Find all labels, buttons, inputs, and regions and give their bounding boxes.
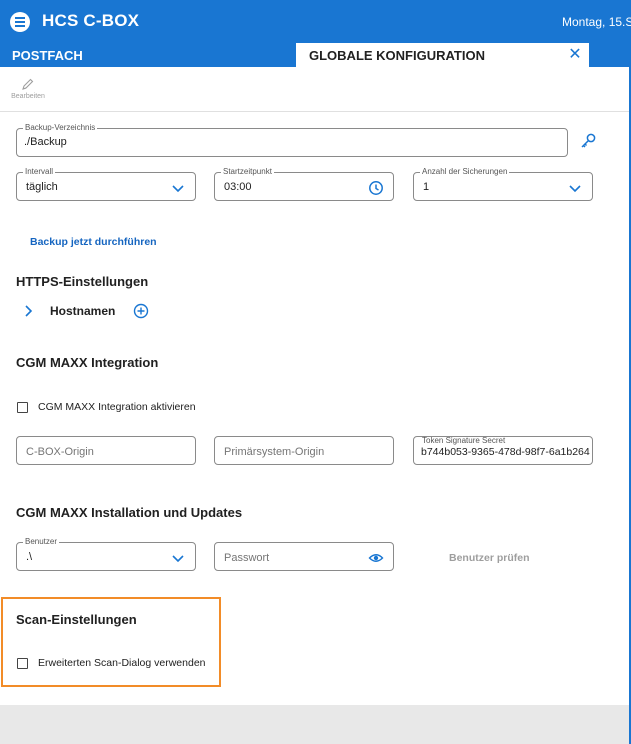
scan-section-title: Scan-Einstellungen [16, 612, 137, 627]
start-time-field[interactable]: Startzeitpunkt 03:00 [214, 167, 394, 201]
tab-globale-konfiguration[interactable]: GLOBALE KONFIGURATION ✕ [296, 43, 589, 67]
tab-bar: POSTFACH GLOBALE KONFIGURATION ✕ [0, 43, 631, 67]
interval-select[interactable]: Intervall täglich [16, 167, 196, 201]
extended-scan-dialog-checkbox[interactable] [17, 658, 28, 669]
edit-button[interactable]: Bearbeiten [8, 77, 48, 105]
cgm-integration-title: CGM MAXX Integration [16, 355, 159, 370]
hamburger-icon [15, 17, 25, 27]
footer-bar [0, 705, 629, 744]
chevron-right-icon[interactable] [22, 304, 34, 318]
tab-postfach[interactable]: POSTFACH [12, 48, 83, 63]
extended-scan-dialog-label: Erweiterten Scan-Dialog verwenden [38, 657, 206, 669]
start-time-value: 03:00 [224, 181, 252, 193]
backup-directory-label: Backup-Verzeichnis [23, 123, 98, 133]
edit-label: Bearbeiten [11, 93, 45, 100]
toolbar-divider [0, 111, 629, 112]
tab-label: GLOBALE KONFIGURATION [309, 48, 485, 63]
interval-label: Intervall [23, 167, 56, 177]
user-label: Benutzer [23, 537, 60, 547]
backup-count-value: 1 [423, 181, 430, 193]
eye-icon[interactable] [368, 550, 384, 566]
backup-directory-value: ./Backup [24, 136, 67, 148]
app-title: HCS C-BOX [42, 11, 140, 30]
scan-settings-highlight [1, 597, 221, 687]
add-circle-icon[interactable] [133, 303, 149, 319]
token-secret-field[interactable]: Token Signature Secret b744b053-9365-478… [413, 436, 593, 465]
password-placeholder: Passwort [224, 552, 270, 564]
primary-system-origin-field[interactable]: Primärsystem-Origin [214, 436, 394, 465]
primary-system-origin-placeholder: Primärsystem-Origin [224, 446, 325, 458]
pencil-icon [22, 78, 34, 90]
backup-count-select[interactable]: Anzahl der Sicherungen 1 [413, 167, 593, 201]
backup-directory-field[interactable]: Backup-Verzeichnis ./Backup [16, 123, 568, 157]
password-field[interactable]: Passwort [214, 542, 394, 571]
clock-icon[interactable] [368, 180, 384, 196]
backup-count-label: Anzahl der Sicherungen [420, 167, 510, 177]
hostnames-label[interactable]: Hostnamen [50, 304, 115, 318]
user-value: .\ [26, 551, 33, 563]
cgm-integration-checkbox[interactable] [17, 402, 28, 413]
https-section-title: HTTPS-Einstellungen [16, 274, 149, 289]
cbox-origin-placeholder: C-BOX-Origin [26, 446, 94, 458]
cgm-install-title: CGM MAXX Installation und Updates [16, 505, 243, 520]
start-time-label: Startzeitpunkt [221, 167, 274, 177]
chevron-down-icon [172, 185, 184, 193]
close-icon[interactable]: ✕ [568, 47, 582, 63]
token-secret-value: b744b053-9365-478d-98f7-6a1b264 [421, 446, 590, 458]
key-icon[interactable] [579, 132, 597, 150]
token-secret-label: Token Signature Secret [420, 436, 508, 446]
run-backup-button[interactable]: Backup jetzt durchführen [30, 236, 157, 248]
date-display: Montag, 15.Sep [562, 15, 631, 29]
menu-button[interactable] [10, 12, 30, 32]
chevron-down-icon [172, 555, 184, 563]
user-select[interactable]: Benutzer .\ [16, 537, 196, 571]
cbox-origin-field[interactable]: C-BOX-Origin [16, 436, 196, 465]
app-bar: HCS C-BOX Montag, 15.Sep [0, 0, 631, 43]
check-user-button[interactable]: Benutzer prüfen [449, 552, 530, 564]
interval-value: täglich [26, 181, 58, 193]
chevron-down-icon [569, 185, 581, 193]
cgm-integration-checkbox-label: CGM MAXX Integration aktivieren [38, 401, 196, 413]
